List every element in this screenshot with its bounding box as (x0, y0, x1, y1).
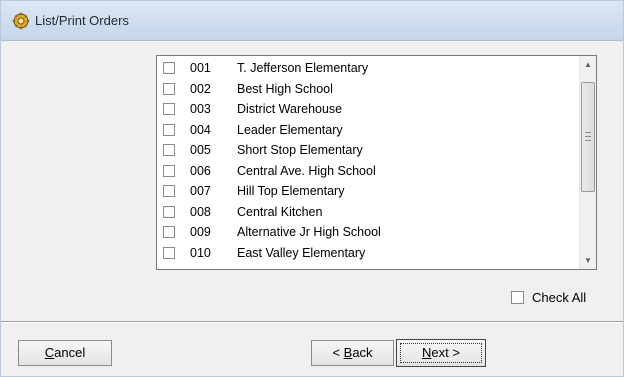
item-code: 010 (190, 245, 211, 260)
scroll-thumb[interactable] (581, 82, 595, 192)
item-name: Short Stop Elementary (237, 143, 363, 157)
item-checkbox[interactable] (163, 205, 175, 218)
item-checkbox[interactable] (163, 103, 175, 115)
list-item[interactable]: 001 T. Jefferson Elementary (163, 59, 573, 79)
item-checkbox[interactable] (163, 82, 175, 95)
cancel-accel: C (44, 345, 55, 360)
check-all-checkbox[interactable] (511, 291, 524, 304)
list-scrollbar[interactable]: ▲ ▼ (579, 56, 596, 269)
title-bar[interactable]: List/Print Orders (1, 1, 623, 41)
list-item[interactable]: 004 Leader Elementary (163, 121, 573, 141)
back-button[interactable]: < Back (311, 340, 394, 366)
item-name: Alternative Jr High School (237, 225, 381, 239)
item-code: 001 (190, 61, 211, 75)
item-checkbox[interactable] (163, 164, 175, 177)
list-print-orders-window: List/Print Orders 001 T. Jefferson Elemen… (0, 0, 624, 377)
item-checkbox[interactable] (163, 226, 175, 238)
list-item[interactable]: 010 East Valley Elementary (163, 244, 573, 264)
app-gear-icon (12, 12, 30, 30)
list-item[interactable]: 009 Alternative Jr High School (163, 223, 573, 243)
location-list[interactable]: 001 T. Jefferson Elementary 002 Best High S… (156, 55, 597, 270)
item-name: East Valley Elementary (237, 245, 366, 260)
cancel-button[interactable]: Cancel (18, 340, 112, 366)
back-label-rest: ack (352, 345, 373, 360)
item-name: Best High School (237, 81, 333, 96)
list-item[interactable]: 003 District Warehouse (163, 100, 573, 120)
item-checkbox[interactable] (163, 62, 175, 74)
item-name: Central Ave. High School (237, 163, 376, 178)
item-name: T. Jefferson Elementary (237, 61, 369, 75)
item-name: Central Kitchen (237, 204, 323, 219)
footer-divider (1, 321, 623, 323)
item-code: 008 (190, 204, 211, 219)
item-code: 005 (190, 143, 211, 157)
window-title: List/Print Orders (35, 13, 129, 28)
item-code: 007 (190, 184, 211, 198)
item-checkbox[interactable] (163, 144, 175, 156)
cancel-label-rest: ancel (54, 345, 86, 360)
focus-rectangle (400, 343, 482, 363)
back-prefix: < (332, 345, 344, 360)
list-item[interactable]: 008 Central Kitchen (163, 203, 573, 223)
grip-icon (585, 132, 591, 141)
item-checkbox[interactable] (163, 185, 175, 197)
scroll-down-arrow-icon[interactable]: ▼ (580, 252, 596, 269)
item-code: 004 (190, 122, 211, 137)
item-code: 006 (190, 163, 211, 178)
item-name: Hill Top Elementary (237, 184, 345, 198)
next-button[interactable]: Next > (396, 339, 486, 367)
item-checkbox[interactable] (163, 246, 175, 259)
item-checkbox[interactable] (163, 123, 175, 136)
list-item[interactable]: 007 Hill Top Elementary (163, 182, 573, 202)
list-item[interactable]: 005 Short Stop Elementary (163, 141, 573, 161)
list-item[interactable]: 002 Best High School (163, 80, 573, 100)
item-code: 002 (190, 81, 211, 96)
list-item[interactable]: 006 Central Ave. High School (163, 162, 573, 182)
check-all-label: Check All (532, 290, 587, 305)
scroll-up-arrow-icon[interactable]: ▲ (580, 56, 596, 73)
item-name: District Warehouse (237, 102, 343, 116)
item-code: 003 (190, 102, 211, 116)
item-name: Leader Elementary (237, 122, 343, 137)
item-code: 009 (190, 225, 211, 239)
